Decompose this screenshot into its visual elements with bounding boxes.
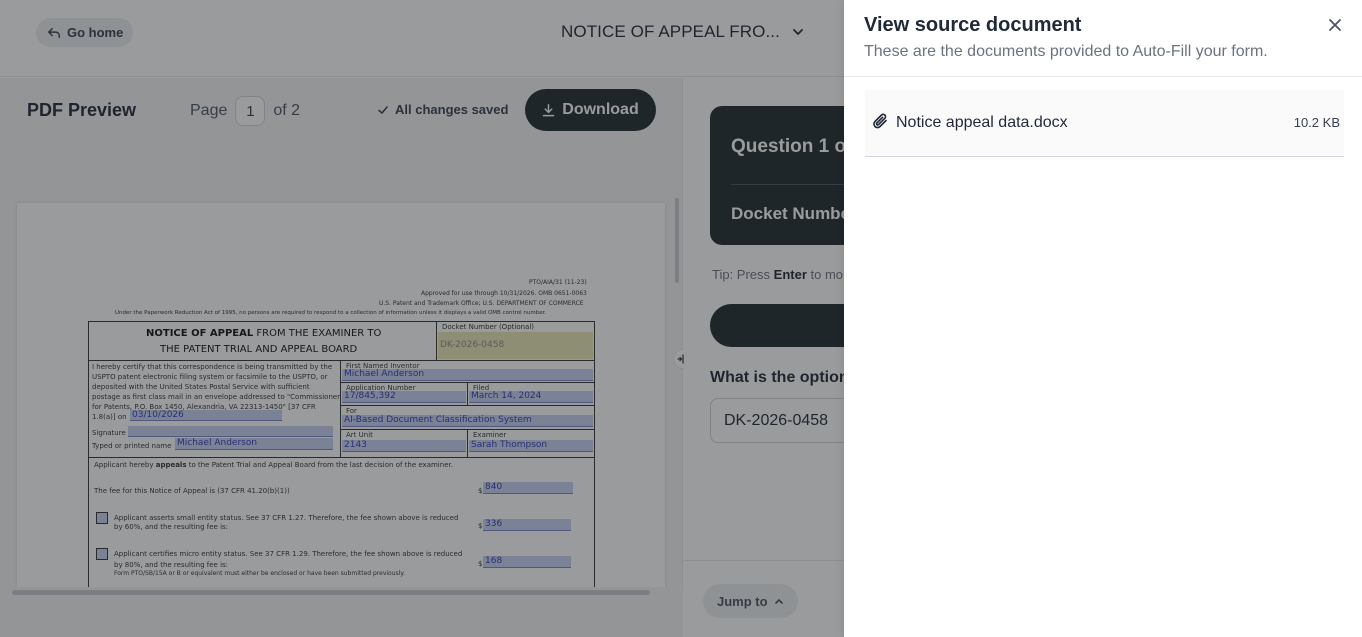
file-name: Notice appeal data.docx [896,114,1068,131]
file-size: 10.2 KB [1293,115,1340,130]
source-document-drawer: View source document These are the docum… [844,0,1362,637]
paperclip-icon [873,113,887,129]
close-icon[interactable] [1326,16,1344,34]
drawer-divider [844,76,1362,77]
source-file-row[interactable]: Notice appeal data.docx 10.2 KB [865,90,1344,157]
modal-backdrop[interactable] [0,0,844,637]
drawer-title: View source document [864,14,1082,36]
app-root: Go home NOTICE OF APPEAL FRO... PDF Prev… [0,0,1362,637]
drawer-subtitle: These are the documents provided to Auto… [864,43,1268,60]
